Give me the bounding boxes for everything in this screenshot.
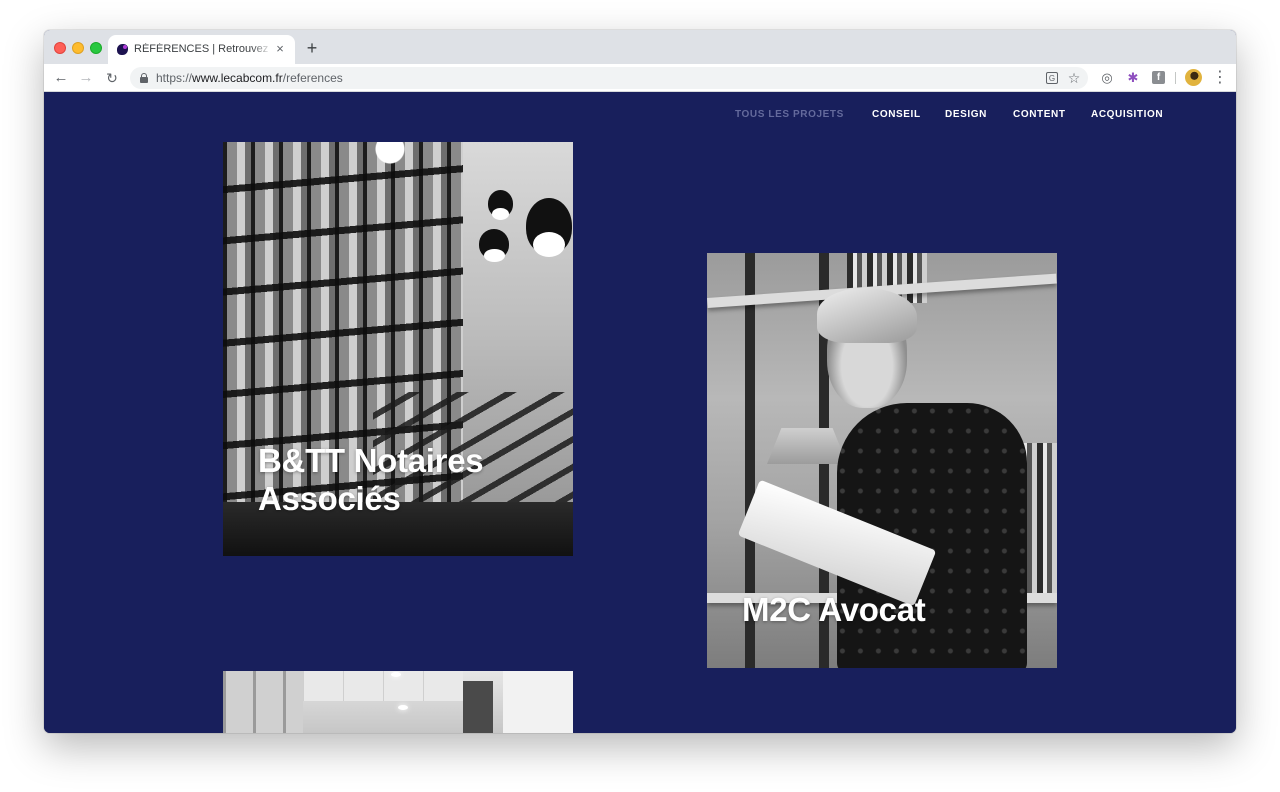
browser-tab[interactable]: RÉFÉRENCES | Retrouvez l'ens ×	[108, 35, 295, 64]
project-card-m2c-avocat[interactable]: M2C Avocat	[707, 253, 1057, 668]
project-title-line: B&TT Notaires	[258, 442, 484, 479]
back-arrow-icon[interactable]: ←	[51, 68, 71, 88]
project-card-third[interactable]	[223, 671, 573, 733]
project-card-btt-notaires[interactable]: B&TT Notaires Associés	[223, 142, 573, 556]
address-bar[interactable]: https://www.lecabcom.fr/references G ☆	[130, 67, 1088, 89]
nav-acquisition[interactable]: ACQUISITION	[1091, 109, 1163, 120]
minimize-window-button[interactable]	[72, 42, 84, 54]
lock-icon[interactable]	[140, 73, 148, 83]
url-text[interactable]: https://www.lecabcom.fr/references	[156, 71, 343, 85]
tab-title: RÉFÉRENCES | Retrouvez l'ens	[134, 43, 272, 55]
pendant-lamp-image	[526, 198, 572, 257]
url-scheme: https://	[156, 71, 193, 85]
site-favicon-icon	[117, 44, 128, 55]
project-title-line: Associés	[258, 480, 401, 517]
nav-design[interactable]: DESIGN	[945, 109, 987, 120]
translate-icon[interactable]: G	[1044, 70, 1060, 86]
ceiling-light-image	[398, 705, 408, 710]
toolbar-separator	[1175, 72, 1176, 84]
ceiling-image	[303, 671, 463, 701]
project-title: M2C Avocat	[742, 591, 926, 628]
nav-content[interactable]: CONTENT	[1013, 109, 1066, 120]
forward-arrow-icon[interactable]: →	[76, 68, 96, 88]
puzzle-icon[interactable]: ✱	[1124, 69, 1142, 87]
translate-glyph: G	[1046, 72, 1058, 84]
browser-titlebar: RÉFÉRENCES | Retrouvez l'ens × +	[44, 30, 1236, 64]
page-viewport: TOUS LES PROJETS CONSEIL DESIGN CONTENT …	[44, 92, 1236, 733]
ceiling-light-image	[391, 672, 401, 677]
person-hair-image	[817, 288, 917, 343]
pendant-lamp-image	[488, 190, 513, 220]
new-tab-button[interactable]: +	[303, 39, 321, 57]
pendant-lamp-image	[479, 229, 509, 262]
lampshade-image	[767, 428, 847, 464]
browser-window: RÉFÉRENCES | Retrouvez l'ens × + ← → ↻ h…	[44, 30, 1236, 733]
wall-image	[503, 671, 573, 733]
facebook-icon[interactable]: f	[1150, 69, 1168, 87]
nav-conseil[interactable]: CONSEIL	[872, 109, 921, 120]
facebook-glyph: f	[1152, 71, 1165, 84]
project-title: B&TT Notaires Associés	[258, 442, 484, 518]
maximize-window-button[interactable]	[90, 42, 102, 54]
globe-icon[interactable]: ◎	[1098, 69, 1116, 87]
avatar[interactable]	[1185, 69, 1202, 86]
reload-icon[interactable]: ↻	[102, 68, 122, 88]
tab-close-icon[interactable]: ×	[273, 42, 287, 56]
url-path: /references	[282, 71, 343, 85]
nav-all-projects[interactable]: TOUS LES PROJETS	[735, 109, 844, 120]
star-icon[interactable]: ☆	[1066, 70, 1082, 86]
door-image	[463, 681, 493, 733]
kebab-menu-icon[interactable]: ⋮	[1212, 68, 1228, 88]
browser-toolbar: ← → ↻ https://www.lecabcom.fr/references…	[44, 64, 1236, 92]
glass-partition-image	[223, 671, 303, 733]
close-window-button[interactable]	[54, 42, 66, 54]
url-host: www.lecabcom.fr	[192, 71, 283, 85]
